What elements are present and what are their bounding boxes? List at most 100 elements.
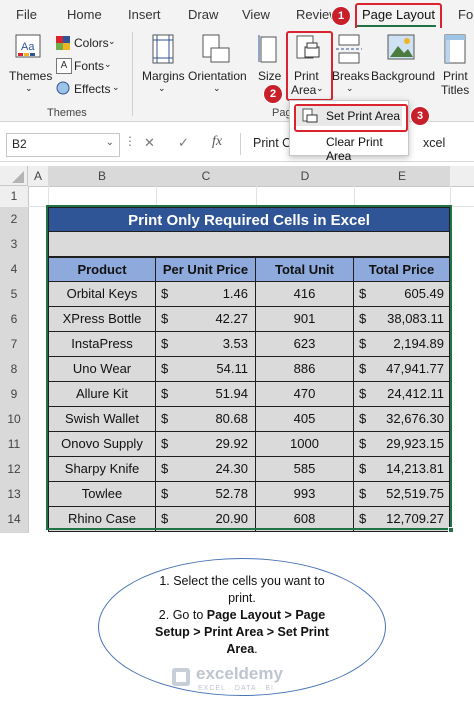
unit-price-cell[interactable]: $51.94 [156, 382, 256, 407]
total-price-cell[interactable]: $52,519.75 [354, 482, 450, 507]
table-header-cell[interactable]: Product [48, 257, 156, 282]
print-titles-label-line1[interactable]: Print [443, 69, 468, 83]
breaks-icon[interactable] [336, 34, 362, 67]
total-price-cell[interactable]: $29,923.15 [354, 432, 450, 457]
column-header-a[interactable]: A [28, 166, 49, 187]
total-unit-cell[interactable]: 585 [256, 457, 354, 482]
tab-formulas[interactable]: Fo [458, 7, 473, 22]
total-unit-cell[interactable]: 470 [256, 382, 354, 407]
product-cell[interactable]: Uno Wear [48, 357, 156, 382]
product-cell[interactable]: Onovo Supply [48, 432, 156, 457]
row-header[interactable]: 8 [0, 357, 29, 383]
orientation-button[interactable]: Orientation [188, 69, 247, 83]
total-unit-cell[interactable]: 993 [256, 482, 354, 507]
menu-item-clear-print-area[interactable]: Clear Print Area [296, 132, 402, 163]
margins-button[interactable]: Margins [142, 69, 185, 83]
total-price-cell[interactable]: $38,083.11 [354, 307, 450, 332]
total-price-cell[interactable]: $605.49 [354, 282, 450, 307]
size-icon[interactable] [258, 34, 278, 67]
effects-button[interactable]: Effects [74, 82, 110, 96]
table-title[interactable]: Print Only Required Cells in Excel [48, 207, 450, 232]
row-header[interactable]: 2 [0, 207, 29, 233]
product-cell[interactable]: Sharpy Knife [48, 457, 156, 482]
total-price-cell[interactable]: $32,676.30 [354, 407, 450, 432]
row-header[interactable]: 11 [0, 432, 29, 458]
row-header[interactable]: 14 [0, 507, 29, 533]
column-header-e[interactable]: E [354, 166, 451, 187]
unit-price-cell[interactable]: $20.90 [156, 507, 256, 532]
tab-view[interactable]: View [242, 7, 270, 22]
table-header-cell[interactable]: Total Price [354, 257, 450, 282]
total-price-cell[interactable]: $12,709.27 [354, 507, 450, 532]
product-cell[interactable]: Swish Wallet [48, 407, 156, 432]
tab-page-layout[interactable]: Page Layout [362, 7, 435, 22]
row-header[interactable]: 1 [0, 186, 29, 208]
row-header[interactable]: 9 [0, 382, 29, 408]
column-header-f[interactable] [450, 166, 474, 187]
column-header-d[interactable]: D [256, 166, 355, 187]
total-price-cell[interactable]: $14,213.81 [354, 457, 450, 482]
row-header[interactable]: 10 [0, 407, 29, 433]
menu-item-set-print-area[interactable]: Set Print Area [296, 106, 402, 126]
row-header[interactable]: 7 [0, 332, 29, 358]
fonts-button[interactable]: Fonts [74, 59, 104, 73]
product-cell[interactable]: XPress Bottle [48, 307, 156, 332]
fill-handle[interactable] [448, 527, 454, 533]
print-titles-icon[interactable] [444, 34, 466, 67]
unit-price-cell[interactable]: $1.46 [156, 282, 256, 307]
total-price-cell[interactable]: $2,194.89 [354, 332, 450, 357]
background-icon[interactable] [387, 34, 415, 63]
tab-draw[interactable]: Draw [188, 7, 218, 22]
unit-price-cell[interactable]: $29.92 [156, 432, 256, 457]
row-header[interactable]: 3 [0, 232, 29, 258]
table-spacer-row[interactable] [48, 232, 450, 257]
row-header[interactable]: 12 [0, 457, 29, 483]
total-unit-cell[interactable]: 1000 [256, 432, 354, 457]
table-header-cell[interactable]: Total Unit [256, 257, 354, 282]
unit-price-cell[interactable]: $80.68 [156, 407, 256, 432]
tab-file[interactable]: File [16, 7, 37, 22]
themes-icon[interactable]: Aa [14, 34, 44, 65]
margins-icon[interactable] [152, 34, 174, 67]
cancel-icon[interactable]: ✕ [144, 135, 155, 151]
name-box[interactable]: B2 ⌄ [6, 133, 120, 157]
table-header-cell[interactable]: Per Unit Price [156, 257, 256, 282]
breaks-button[interactable]: Breaks [332, 69, 369, 83]
row-header[interactable]: 13 [0, 482, 29, 508]
total-unit-cell[interactable]: 405 [256, 407, 354, 432]
tab-home[interactable]: Home [67, 7, 102, 22]
unit-price-cell[interactable]: $52.78 [156, 482, 256, 507]
product-cell[interactable]: Towlee [48, 482, 156, 507]
size-button[interactable]: Size [258, 69, 281, 83]
total-unit-cell[interactable]: 623 [256, 332, 354, 357]
function-icon[interactable]: fx [212, 134, 222, 150]
unit-price-cell[interactable]: $54.11 [156, 357, 256, 382]
product-cell[interactable]: Rhino Case [48, 507, 156, 532]
orientation-icon[interactable] [202, 34, 230, 67]
row-header[interactable]: 6 [0, 307, 29, 333]
total-price-cell[interactable]: $24,412.11 [354, 382, 450, 407]
print-titles-label-line2[interactable]: Titles [441, 83, 469, 97]
enter-icon[interactable]: ✓ [178, 135, 189, 151]
total-unit-cell[interactable]: 416 [256, 282, 354, 307]
tab-insert[interactable]: Insert [128, 7, 161, 22]
product-cell[interactable]: Allure Kit [48, 382, 156, 407]
product-cell[interactable]: Orbital Keys [48, 282, 156, 307]
print-area-icon[interactable] [296, 35, 320, 66]
unit-price-cell[interactable]: $24.30 [156, 457, 256, 482]
total-unit-cell[interactable]: 608 [256, 507, 354, 532]
themes-button-label[interactable]: Themes [9, 69, 52, 83]
total-unit-cell[interactable]: 886 [256, 357, 354, 382]
print-area-label-line2[interactable]: Area [291, 83, 316, 97]
column-header-b[interactable]: B [48, 166, 157, 187]
row-header[interactable]: 4 [0, 257, 29, 283]
colors-button[interactable]: Colors [74, 36, 109, 50]
product-cell[interactable]: InstaPress [48, 332, 156, 357]
column-header-c[interactable]: C [156, 166, 257, 187]
background-button[interactable]: Background [371, 69, 435, 83]
total-price-cell[interactable]: $47,941.77 [354, 357, 450, 382]
select-all-corner[interactable] [0, 166, 28, 186]
unit-price-cell[interactable]: $42.27 [156, 307, 256, 332]
row-header[interactable]: 5 [0, 282, 29, 308]
unit-price-cell[interactable]: $3.53 [156, 332, 256, 357]
